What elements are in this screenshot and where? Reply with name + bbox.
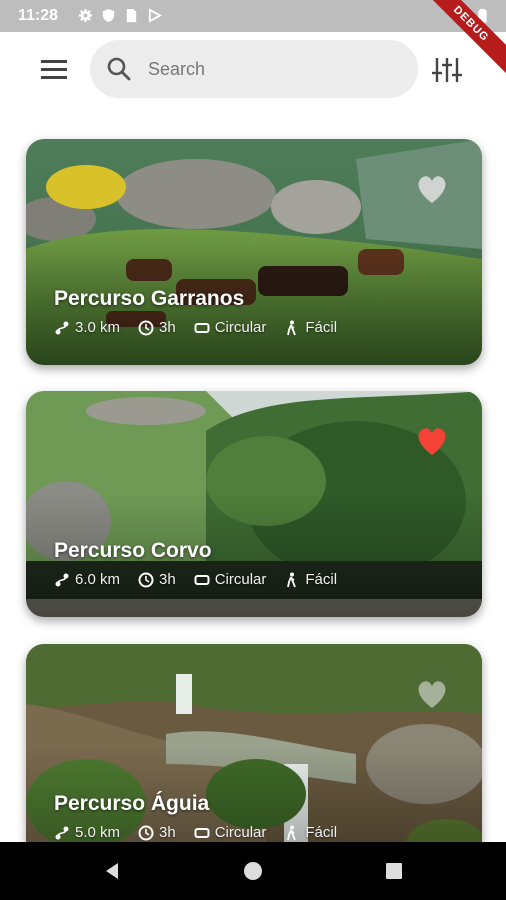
trail-card[interactable]: Percurso Águia 5.0 km 3h Circular Fácil bbox=[26, 644, 482, 870]
shield-icon bbox=[101, 8, 116, 23]
distance-item: 3.0 km bbox=[54, 319, 120, 336]
hiker-icon bbox=[287, 825, 297, 840]
duration-text: 3h bbox=[159, 571, 176, 588]
loop-icon bbox=[194, 574, 210, 585]
route-icon bbox=[55, 826, 69, 839]
trail-meta: 3.0 km 3h Circular Fácil bbox=[54, 319, 337, 336]
trail-title: Percurso Corvo bbox=[54, 539, 212, 562]
favorite-icon[interactable] bbox=[414, 678, 450, 710]
search-icon bbox=[107, 57, 131, 81]
difficulty-text: Fácil bbox=[305, 319, 338, 336]
distance-item: 6.0 km bbox=[54, 571, 120, 588]
search-input[interactable]: Search bbox=[148, 59, 205, 80]
trail-title: Percurso Garranos bbox=[54, 287, 245, 310]
route-icon bbox=[55, 573, 69, 586]
difficulty-item: Fácil bbox=[284, 319, 337, 336]
duration-item: 3h bbox=[138, 571, 176, 588]
trail-meta: 6.0 km 3h Circular Fácil bbox=[54, 571, 337, 588]
home-icon[interactable] bbox=[243, 861, 263, 881]
type-text: Circular bbox=[214, 571, 267, 588]
difficulty-text: Fácil bbox=[305, 824, 338, 841]
type-text: Circular bbox=[214, 824, 267, 841]
duration-text: 3h bbox=[159, 824, 176, 841]
distance-item: 5.0 km bbox=[54, 824, 120, 841]
type-item: Circular bbox=[194, 824, 267, 841]
recents-icon[interactable] bbox=[384, 861, 404, 881]
clock-icon bbox=[138, 320, 154, 335]
distance-text: 5.0 km bbox=[75, 824, 121, 841]
system-nav-bar bbox=[0, 842, 506, 900]
favorite-icon[interactable] bbox=[414, 173, 450, 205]
favorite-icon[interactable] bbox=[414, 425, 450, 457]
trail-meta: 5.0 km 3h Circular Fácil bbox=[54, 824, 337, 841]
duration-item: 3h bbox=[138, 319, 176, 336]
back-icon[interactable] bbox=[102, 861, 122, 881]
type-text: Circular bbox=[214, 319, 267, 336]
type-item: Circular bbox=[194, 319, 267, 336]
menu-button[interactable] bbox=[34, 54, 74, 86]
loop-icon bbox=[194, 827, 210, 838]
search-bar[interactable]: Search bbox=[90, 40, 418, 98]
distance-text: 3.0 km bbox=[75, 319, 121, 336]
clock-icon bbox=[138, 825, 154, 840]
difficulty-item: Fácil bbox=[284, 824, 337, 841]
tune-icon bbox=[432, 58, 462, 82]
duration-text: 3h bbox=[159, 319, 176, 336]
hiker-icon bbox=[287, 320, 297, 335]
gear-icon bbox=[78, 8, 93, 23]
duration-item: 3h bbox=[138, 824, 176, 841]
difficulty-text: Fácil bbox=[305, 571, 338, 588]
play-protect-icon bbox=[147, 8, 163, 23]
status-time: 11:28 bbox=[18, 7, 59, 24]
difficulty-item: Fácil bbox=[284, 571, 337, 588]
filter-button[interactable] bbox=[430, 54, 464, 86]
status-bar: 11:28 DEBUG bbox=[0, 0, 506, 85]
trail-card[interactable]: Percurso Garranos 3.0 km 3h Circular Fác… bbox=[26, 139, 482, 365]
trail-card[interactable]: Percurso Corvo 6.0 km 3h Circular Fácil bbox=[26, 391, 482, 617]
type-item: Circular bbox=[194, 571, 267, 588]
trail-title: Percurso Águia bbox=[54, 792, 210, 815]
menu-icon bbox=[41, 60, 67, 79]
sim-icon bbox=[124, 8, 139, 23]
loop-icon bbox=[194, 322, 210, 333]
route-icon bbox=[55, 321, 69, 334]
clock-icon bbox=[138, 572, 154, 587]
distance-text: 6.0 km bbox=[75, 571, 121, 588]
hiker-icon bbox=[287, 572, 297, 587]
